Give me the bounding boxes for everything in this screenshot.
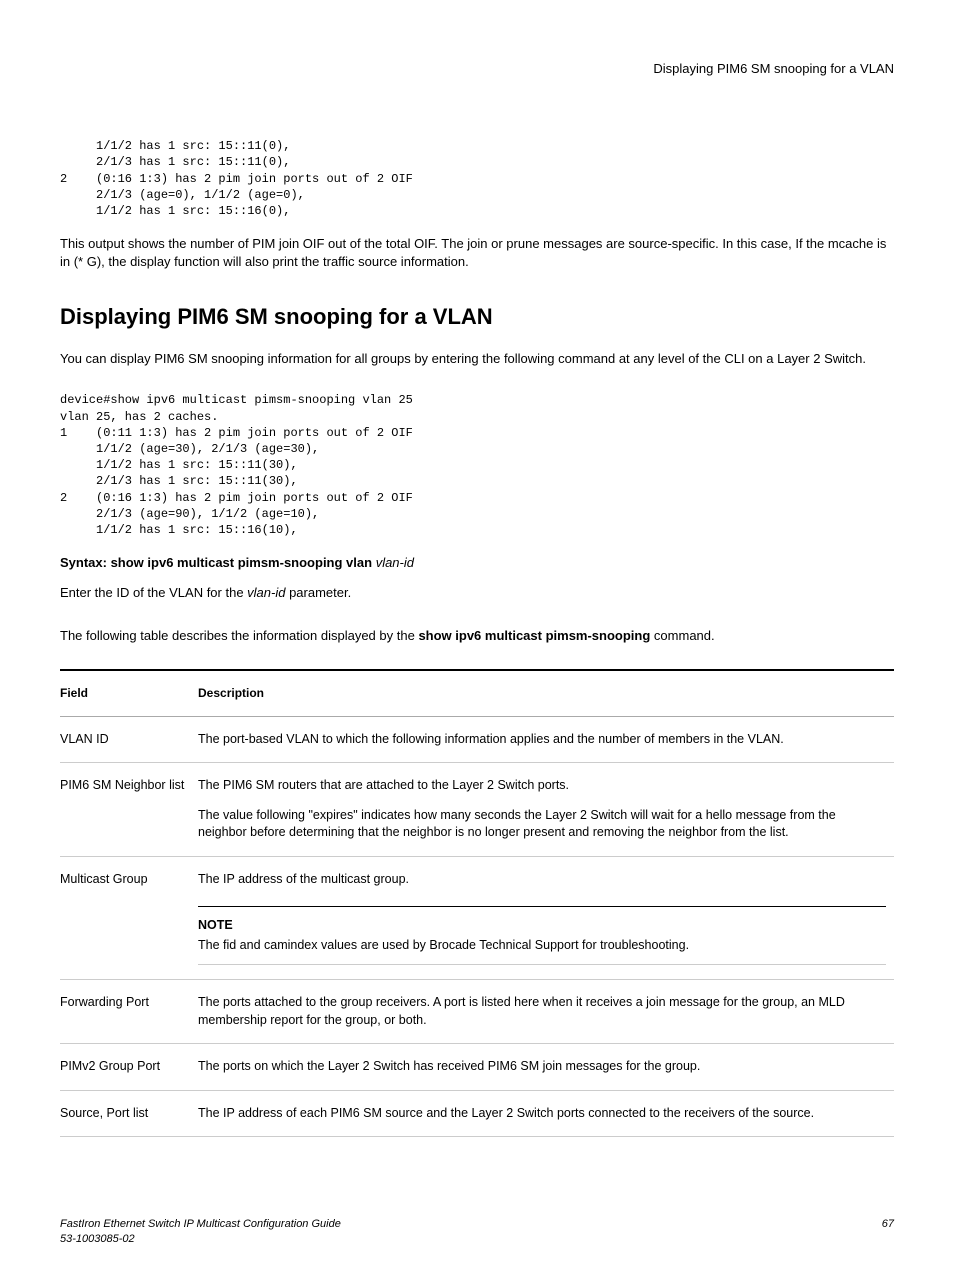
table-row: PIMv2 Group Port The ports on which the … (60, 1044, 894, 1091)
page-footer: FastIron Ethernet Switch IP Multicast Co… (60, 1217, 894, 1248)
desc-paragraph: The value following "expires" indicates … (198, 807, 886, 842)
table-row: Forwarding Port The ports attached to th… (60, 980, 894, 1044)
desc-paragraph: The IP address of the multicast group. (198, 871, 886, 889)
text-part: Enter the ID of the VLAN for the (60, 585, 247, 600)
intro-paragraph: You can display PIM6 SM snooping informa… (60, 350, 894, 368)
table-row: Multicast Group The IP address of the mu… (60, 856, 894, 980)
vlan-id-paragraph: Enter the ID of the VLAN for the vlan-id… (60, 584, 894, 602)
footer-left: FastIron Ethernet Switch IP Multicast Co… (60, 1217, 341, 1248)
vlan-id-italic: vlan-id (247, 585, 285, 600)
table-intro-paragraph: The following table describes the inform… (60, 627, 894, 645)
desc-cell: The ports attached to the group receiver… (198, 980, 894, 1044)
table-header-field: Field (60, 670, 198, 716)
field-cell: Multicast Group (60, 856, 198, 980)
note-label: NOTE (198, 917, 886, 935)
desc-cell: The ports on which the Layer 2 Switch ha… (198, 1044, 894, 1091)
field-cell: PIMv2 Group Port (60, 1044, 198, 1091)
page-number: 67 (882, 1217, 894, 1248)
text-part: The following table describes the inform… (60, 628, 418, 643)
page-header: Displaying PIM6 SM snooping for a VLAN (60, 60, 894, 78)
desc-cell: The IP address of each PIM6 SM source an… (198, 1090, 894, 1137)
text-part: command. (650, 628, 714, 643)
table-header-description: Description (198, 670, 894, 716)
code-output-2: device#show ipv6 multicast pimsm-snoopin… (60, 392, 894, 538)
desc-cell: The PIM6 SM routers that are attached to… (198, 763, 894, 857)
header-title: Displaying PIM6 SM snooping for a VLAN (653, 61, 894, 76)
syntax-prefix: Syntax: show ipv6 multicast pimsm-snoopi… (60, 555, 372, 570)
footer-doc-title: FastIron Ethernet Switch IP Multicast Co… (60, 1217, 341, 1232)
table-row: Source, Port list The IP address of each… (60, 1090, 894, 1137)
code-output-1: 1/1/2 has 1 src: 15::11(0), 2/1/3 has 1 … (60, 138, 894, 219)
syntax-line: Syntax: show ipv6 multicast pimsm-snoopi… (60, 554, 894, 572)
field-cell: Source, Port list (60, 1090, 198, 1137)
text-part: parameter. (285, 585, 351, 600)
section-heading: Displaying PIM6 SM snooping for a VLAN (60, 302, 894, 333)
desc-cell: The IP address of the multicast group. N… (198, 856, 894, 980)
note-block: NOTE The fid and camindex values are use… (198, 906, 886, 965)
desc-cell: The port-based VLAN to which the followi… (198, 716, 894, 763)
desc-paragraph: The PIM6 SM routers that are attached to… (198, 777, 886, 795)
field-cell: PIM6 SM Neighbor list (60, 763, 198, 857)
field-cell: VLAN ID (60, 716, 198, 763)
table-row: VLAN ID The port-based VLAN to which the… (60, 716, 894, 763)
command-bold: show ipv6 multicast pimsm-snooping (418, 628, 650, 643)
field-description-table: Field Description VLAN ID The port-based… (60, 669, 894, 1137)
table-row: PIM6 SM Neighbor list The PIM6 SM router… (60, 763, 894, 857)
syntax-arg: vlan-id (376, 555, 414, 570)
note-text: The fid and camindex values are used by … (198, 938, 689, 952)
field-cell: Forwarding Port (60, 980, 198, 1044)
explanatory-paragraph-1: This output shows the number of PIM join… (60, 235, 894, 271)
